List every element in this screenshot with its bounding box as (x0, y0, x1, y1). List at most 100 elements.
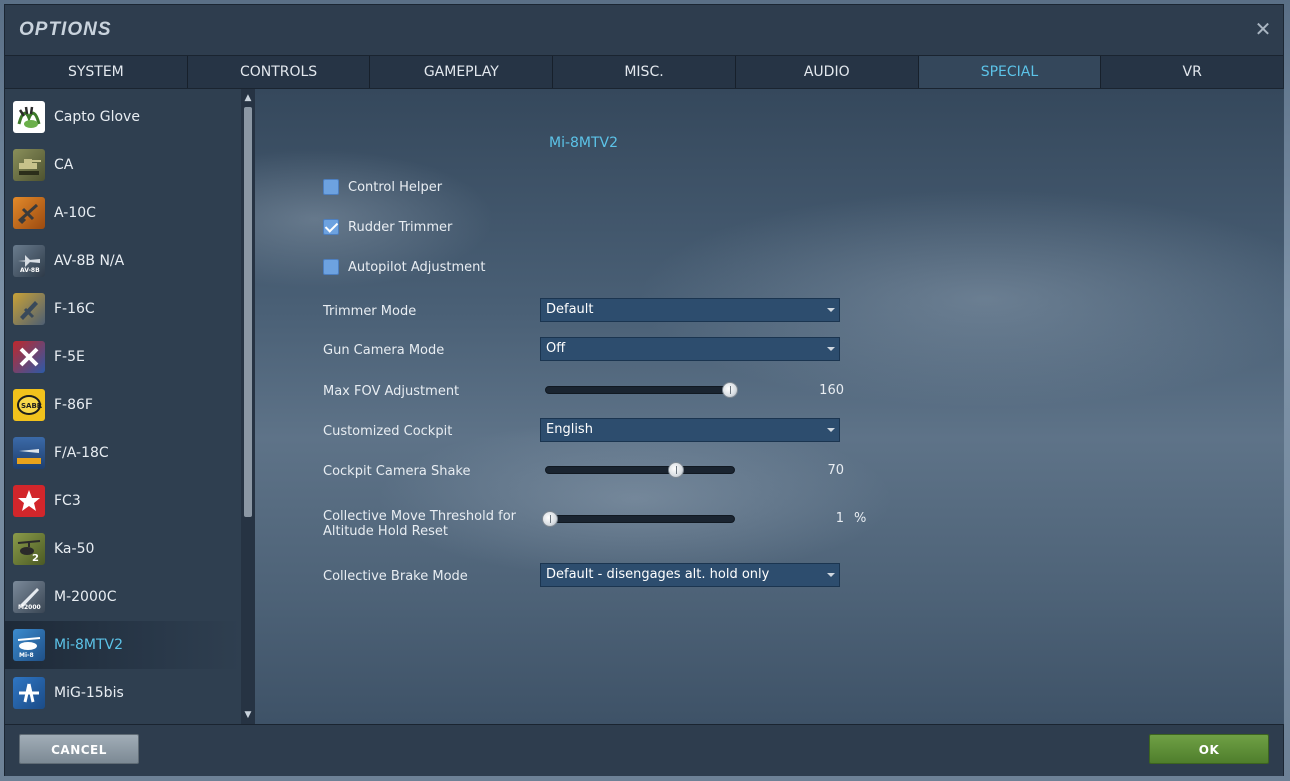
f16c-icon (13, 293, 45, 325)
chevron-down-icon (827, 573, 835, 577)
module-title: Mi-8MTV2 (549, 135, 619, 151)
options-window: OPTIONS ✕ SYSTEM CONTROLS GAMEPLAY MISC.… (4, 4, 1284, 776)
svg-text:SABR: SABR (21, 402, 43, 410)
mi8mtv2-icon: Mi-8 (13, 629, 45, 661)
collective-threshold-label-line2: Altitude Hold Reset (323, 524, 448, 539)
sidebar-item-label: F-16C (54, 301, 95, 317)
sidebar-item-a10c[interactable]: A-10C (5, 189, 241, 237)
sidebar-item-capto-glove[interactable]: Capto Glove (5, 93, 241, 141)
a10c-icon (13, 197, 45, 229)
sidebar-item-fa18c[interactable]: F/A-18C (5, 429, 241, 477)
chevron-down-icon (827, 428, 835, 432)
trimmer-mode-label: Trimmer Mode (323, 304, 417, 319)
control-helper-checkbox[interactable] (323, 179, 339, 195)
svg-text:2: 2 (32, 553, 39, 563)
cockpit-camera-shake-value: 70 (827, 463, 844, 478)
tab-special[interactable]: SPECIAL (918, 56, 1102, 88)
sidebar-item-label: M-2000C (54, 589, 117, 605)
cockpit-camera-shake-label: Cockpit Camera Shake (323, 464, 471, 479)
scroll-up-icon[interactable]: ▲ (241, 91, 255, 105)
rudder-trimmer-row[interactable]: Rudder Trimmer (323, 219, 452, 235)
module-sidebar: Capto Glove CA A-10C AV-8B AV-8B N/A F-1… (5, 89, 241, 724)
sidebar-item-av8b[interactable]: AV-8B AV-8B N/A (5, 237, 241, 285)
collective-brake-mode-label: Collective Brake Mode (323, 569, 468, 584)
sidebar-item-f5e[interactable]: F-5E (5, 333, 241, 381)
sidebar-item-label: F/A-18C (54, 445, 109, 461)
collective-threshold-value: 1 (835, 511, 844, 526)
mig15bis-icon (13, 677, 45, 709)
sidebar-item-label: AV-8B N/A (54, 253, 125, 269)
sidebar-item-label: Ka-50 (54, 541, 95, 557)
sidebar-item-ka50[interactable]: 2 Ka-50 (5, 525, 241, 573)
footer-bar: CANCEL OK (5, 724, 1283, 776)
title-bar: OPTIONS ✕ (5, 5, 1283, 55)
close-icon[interactable]: ✕ (1253, 19, 1273, 39)
sidebar-item-label: Capto Glove (54, 109, 140, 125)
autopilot-adjustment-checkbox[interactable] (323, 259, 339, 275)
chevron-down-icon (827, 308, 835, 312)
sidebar-item-mig15bis[interactable]: MiG-15bis (5, 669, 241, 717)
f86f-icon: SABR (13, 389, 45, 421)
f5e-icon (13, 341, 45, 373)
sidebar-item-label: A-10C (54, 205, 96, 221)
sidebar-item-label: F-5E (54, 349, 85, 365)
cloud-decoration (375, 419, 895, 579)
tab-gameplay[interactable]: GAMEPLAY (370, 56, 554, 88)
sidebar-scrollbar[interactable]: ▲ ▼ (241, 89, 255, 724)
scroll-thumb[interactable] (244, 107, 252, 517)
tab-system[interactable]: SYSTEM (5, 56, 188, 88)
sidebar-item-f16c[interactable]: F-16C (5, 285, 241, 333)
scroll-down-icon[interactable]: ▼ (241, 708, 255, 722)
ok-button[interactable]: OK (1149, 734, 1269, 764)
settings-panel: Mi-8MTV2 Control Helper Rudder Trimmer A… (255, 89, 1284, 724)
tab-audio[interactable]: AUDIO (736, 56, 919, 88)
customized-cockpit-label: Customized Cockpit (323, 424, 453, 439)
svg-text:AV-8B: AV-8B (20, 267, 40, 274)
cancel-button[interactable]: CANCEL (19, 734, 139, 764)
sidebar-item-label: CA (54, 157, 74, 173)
sidebar-item-ca[interactable]: CA (5, 141, 241, 189)
collective-threshold-slider[interactable] (542, 511, 735, 527)
chevron-down-icon (827, 347, 835, 351)
svg-text:Mi-8: Mi-8 (19, 652, 34, 659)
max-fov-slider-knob[interactable] (722, 382, 738, 398)
collective-threshold-slider-knob[interactable] (542, 511, 558, 527)
gun-camera-mode-select[interactable]: Off (540, 337, 840, 361)
cockpit-camera-shake-slider[interactable] (545, 462, 735, 478)
collective-brake-mode-select[interactable]: Default - disengages alt. hold only (540, 563, 840, 587)
sidebar-item-f86f[interactable]: SABR F-86F (5, 381, 241, 429)
gun-camera-mode-value: Off (546, 341, 566, 356)
collective-threshold-unit: % (854, 511, 867, 526)
control-helper-label: Control Helper (348, 179, 443, 195)
sidebar-item-m2000c[interactable]: M2000 M-2000C (5, 573, 241, 621)
trimmer-mode-select[interactable]: Default (540, 298, 840, 322)
gun-camera-mode-label: Gun Camera Mode (323, 343, 445, 358)
trimmer-mode-value: Default (546, 302, 594, 317)
control-helper-row[interactable]: Control Helper (323, 179, 442, 195)
av8b-icon: AV-8B (13, 245, 45, 277)
tab-bar: SYSTEM CONTROLS GAMEPLAY MISC. AUDIO SPE… (5, 55, 1283, 89)
collective-brake-mode-value: Default - disengages alt. hold only (546, 567, 770, 582)
max-fov-value: 160 (819, 383, 844, 398)
customized-cockpit-value: English (546, 422, 593, 437)
sidebar-item-label: F-86F (54, 397, 93, 413)
svg-text:M2000: M2000 (18, 604, 41, 611)
tab-vr[interactable]: VR (1101, 56, 1283, 88)
fa18c-icon (13, 437, 45, 469)
tab-misc[interactable]: MISC. (553, 56, 736, 88)
autopilot-adjustment-row[interactable]: Autopilot Adjustment (323, 259, 485, 275)
collective-threshold-label-line1: Collective Move Threshold for (323, 509, 517, 524)
sidebar-item-fc3[interactable]: FC3 (5, 477, 241, 525)
customized-cockpit-select[interactable]: English (540, 418, 840, 442)
sidebar-item-mi8mtv2[interactable]: Mi-8 Mi-8MTV2 (5, 621, 241, 669)
capto-glove-icon (13, 101, 45, 133)
rudder-trimmer-label: Rudder Trimmer (348, 219, 453, 235)
rudder-trimmer-checkbox[interactable] (323, 219, 339, 235)
max-fov-slider[interactable] (545, 382, 738, 398)
ka50-icon: 2 (13, 533, 45, 565)
tab-controls[interactable]: CONTROLS (188, 56, 371, 88)
sidebar-item-label: Mi-8MTV2 (54, 637, 124, 653)
cockpit-camera-shake-slider-knob[interactable] (668, 462, 684, 478)
sidebar-item-label: FC3 (54, 493, 81, 509)
fc3-icon (13, 485, 45, 517)
